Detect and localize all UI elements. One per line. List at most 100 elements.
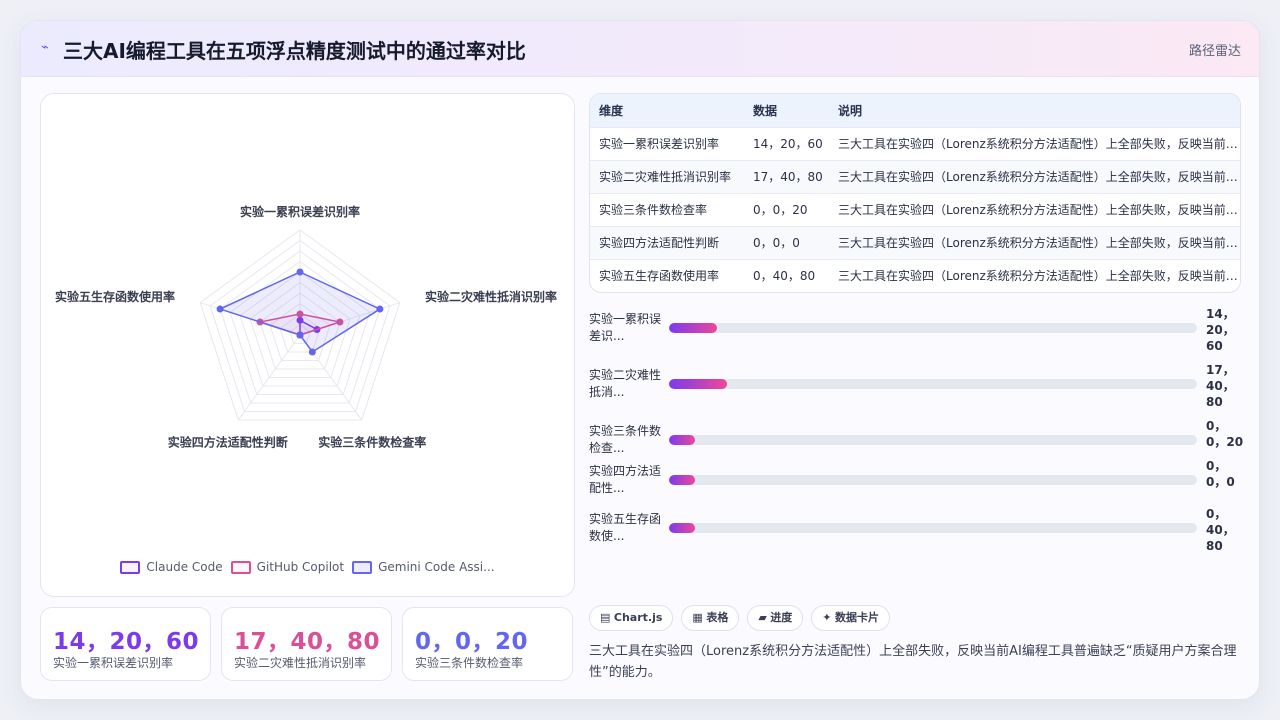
card-icon: ✦ bbox=[822, 611, 832, 624]
progress-label: 实验三条件数检查... bbox=[589, 424, 662, 455]
radar-point[interactable] bbox=[376, 305, 384, 313]
radar-chart: 实验一累积误差识别率实验二灾难性抵消识别率实验三条件数检查率 实验四方法适配性判断… bbox=[55, 204, 557, 450]
table-row: 实验三条件数检查率 0，0，20 三大工具在实验四（Lorenz系统积分方法适配性）… bbox=[590, 192, 1240, 226]
progress-value-line: 60 bbox=[1206, 339, 1223, 353]
progress-track bbox=[669, 379, 1197, 389]
legend-swatch bbox=[230, 560, 251, 574]
progress-track bbox=[669, 435, 1197, 445]
progress-track bbox=[669, 523, 1197, 533]
stat-card: 17，40，80 实验二灾难性抵消识别率 bbox=[221, 607, 392, 681]
progress-label: 实验五生存函数使... bbox=[589, 512, 662, 543]
chip-label: Chart.js bbox=[613, 611, 663, 624]
table-header-row: 维度 数据 说明 bbox=[590, 94, 1240, 127]
progress-value-line: 80 bbox=[1206, 395, 1223, 409]
progress-label: 实验四方法适配性... bbox=[589, 464, 662, 495]
stat-label: 实验一累积误差识别率 bbox=[53, 656, 174, 670]
chip-chart[interactable]: ▤ Chart.js bbox=[589, 605, 674, 631]
chip-table[interactable]: ▦ 表格 bbox=[681, 605, 740, 631]
chip-card[interactable]: ✦ 数据卡片 bbox=[811, 605, 891, 631]
dashboard-card: ⌁ 三大AI编程工具在五项浮点精度测试中的通过率对比 路径雷达 实验一累积误差识… bbox=[20, 20, 1260, 700]
radar-point[interactable] bbox=[296, 268, 304, 276]
progress-list: 实验一累积误差识... 14， 20， 60 实验二灾难性抵消... 17， 40， 80 实验… bbox=[589, 307, 1250, 554]
progress-value-line: 0， bbox=[1206, 419, 1227, 433]
progress-value-line: 0，20 bbox=[1206, 435, 1244, 449]
page-title: 三大AI编程工具在五项浮点精度测试中的通过率对比 bbox=[63, 39, 526, 63]
table-cell: 0，0，0 bbox=[744, 225, 829, 259]
progress-label: 实验二灾难性抵消... bbox=[589, 368, 662, 399]
table-cell: 三大工具在实验四（Lorenz系统积分方法适配性）上全部失败，反映当前AI编程工… bbox=[829, 159, 1240, 193]
radar-axis-label: 实验三条件数检查率 bbox=[318, 435, 426, 450]
stat-value: 0，0，20 bbox=[415, 629, 529, 655]
table-cell: 实验四方法适配性判断 bbox=[590, 225, 744, 259]
radar-axis-label: 实验一累积误差识别率 bbox=[240, 204, 360, 219]
table-cell: 0，40，80 bbox=[744, 258, 829, 292]
table-cell: 17，40，80 bbox=[744, 159, 829, 193]
chip-progress[interactable]: ▰ 进度 bbox=[747, 605, 804, 631]
stat-label: 实验三条件数检查率 bbox=[415, 656, 524, 670]
progress-label: 实验一累积误差识... bbox=[589, 312, 662, 343]
chart-icon: ⌁ bbox=[41, 40, 49, 55]
chip-label: 进度 bbox=[770, 611, 793, 624]
stat-value: 14，20，60 bbox=[53, 629, 200, 655]
legend-item[interactable]: Claude Code bbox=[120, 560, 223, 574]
table-cell: 实验三条件数检查率 bbox=[590, 192, 744, 226]
legend-label: Claude Code bbox=[146, 560, 223, 574]
chip-label: 表格 bbox=[706, 611, 729, 624]
progress-track bbox=[669, 475, 1197, 485]
table-cell: 实验二灾难性抵消识别率 bbox=[590, 159, 744, 193]
table-row: 实验四方法适配性判断 0，0，0 三大工具在实验四（Lorenz系统积分方法适配性）… bbox=[590, 225, 1240, 259]
column-header: 数据 bbox=[744, 94, 829, 127]
progress-fill bbox=[669, 379, 728, 389]
legend-swatch bbox=[120, 560, 141, 574]
progress-icon: ▰ bbox=[758, 611, 767, 624]
legend-label: Gemini Code Assi... bbox=[378, 560, 495, 574]
table-icon: ▦ bbox=[692, 611, 703, 624]
progress-fill bbox=[669, 323, 717, 333]
header-bar: ⌁ 三大AI编程工具在五项浮点精度测试中的通过率对比 路径雷达 bbox=[21, 21, 1259, 77]
progress-value-line: 14， bbox=[1206, 307, 1235, 321]
table-cell: 三大工具在实验四（Lorenz系统积分方法适配性）上全部失败，反映当前AI编程工… bbox=[829, 192, 1240, 226]
progress-value-line: 40， bbox=[1206, 379, 1235, 393]
radar-link[interactable]: 路径雷达 bbox=[1189, 40, 1241, 59]
stat-card: 0，0，20 实验三条件数检查率 bbox=[402, 607, 573, 681]
radar-point[interactable] bbox=[216, 305, 224, 313]
table-cell: 实验五生存函数使用率 bbox=[590, 258, 744, 292]
table-cell: 实验一累积误差识别率 bbox=[590, 126, 744, 160]
progress-value-line: 20， bbox=[1206, 323, 1235, 337]
table-cell: 三大工具在实验四（Lorenz系统积分方法适配性）上全部失败，反映当前AI编程工… bbox=[829, 225, 1240, 259]
progress-fill bbox=[669, 523, 696, 533]
legend-swatch bbox=[352, 560, 373, 574]
radar-axis-label: 实验四方法适配性判断 bbox=[168, 435, 288, 450]
progress-value-line: 0，0 bbox=[1206, 475, 1235, 489]
table-row: 实验二灾难性抵消识别率 17，40，80 三大工具在实验四（Lorenz系统积分方法… bbox=[590, 159, 1240, 193]
progress-value: 17， 40， 80 bbox=[1206, 362, 1250, 410]
progress-track bbox=[669, 323, 1197, 333]
progress-value: 0， 40， 80 bbox=[1206, 506, 1250, 554]
progress-value: 0， 0，0 bbox=[1206, 458, 1250, 490]
stat-value: 17，40，80 bbox=[234, 629, 381, 655]
radar-point[interactable] bbox=[296, 331, 304, 339]
legend-label: GitHub Copilot bbox=[256, 560, 345, 574]
column-header: 维度 bbox=[590, 94, 744, 127]
table-cell: 14，20，60 bbox=[744, 126, 829, 160]
progress-value-line: 40， bbox=[1206, 523, 1235, 537]
chip-label: 数据卡片 bbox=[835, 611, 880, 624]
progress-value-line: 0， bbox=[1206, 507, 1227, 521]
radar-point[interactable] bbox=[308, 348, 316, 356]
legend-item[interactable]: Gemini Code Assi... bbox=[352, 560, 495, 574]
chart-legend: Claude Code GitHub Copilot Gemini Code Ass… bbox=[41, 560, 574, 574]
radar-chart-panel: 实验一累积误差识别率实验二灾难性抵消识别率实验三条件数检查率 实验四方法适配性判断… bbox=[40, 93, 575, 597]
chart-icon: ▤ bbox=[600, 611, 611, 624]
stat-label: 实验二灾难性抵消识别率 bbox=[234, 656, 367, 670]
summary-note: 三大工具在实验四（Lorenz系统积分方法适配性）上全部失败，反映当前AI编程工… bbox=[589, 644, 1237, 680]
radar-series-area bbox=[218, 271, 382, 354]
progress-value: 14， 20， 60 bbox=[1206, 306, 1250, 354]
table-cell: 0，0，20 bbox=[744, 192, 829, 226]
column-header: 说明 bbox=[829, 94, 1240, 127]
table-cell: 三大工具在实验四（Lorenz系统积分方法适配性）上全部失败，反映当前AI编程工… bbox=[829, 258, 1240, 292]
radar-axis-label: 实验五生存函数使用率 bbox=[55, 289, 175, 304]
radar-axis-label: 实验二灾难性抵消识别率 bbox=[425, 289, 557, 304]
table-row: 实验五生存函数使用率 0，40，80 三大工具在实验四（Lorenz系统积分方法适配… bbox=[590, 258, 1240, 292]
progress-value: 0， 0，20 bbox=[1206, 418, 1250, 450]
legend-item[interactable]: GitHub Copilot bbox=[230, 560, 345, 574]
